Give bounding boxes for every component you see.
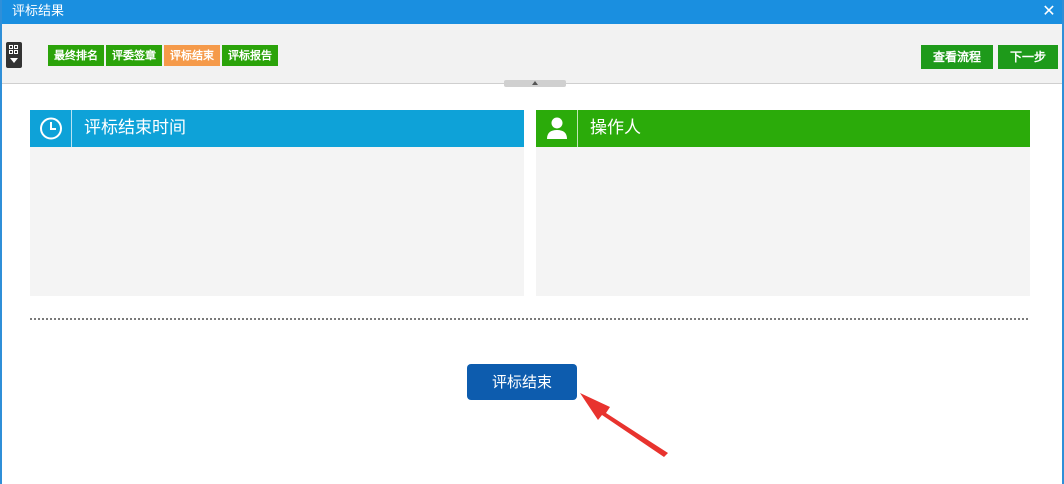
grid-menu-icon[interactable] — [6, 42, 22, 68]
end-time-title: 评标结束时间 — [84, 118, 186, 138]
end-time-panel: 评标结束时间 — [30, 110, 524, 296]
dotted-divider — [30, 318, 1028, 320]
annotation-arrow-icon — [580, 393, 668, 457]
window-title: 评标结果 — [12, 4, 65, 19]
clock-icon — [30, 110, 72, 147]
collapse-toolbar-handle[interactable] — [504, 80, 566, 87]
step-judge-signature[interactable]: 评委签章 — [106, 45, 162, 66]
toolbar: 最终排名 评委签章 评标结束 评标报告 查看流程 下一步 — [2, 24, 1062, 87]
close-icon[interactable]: ✕ — [1040, 2, 1058, 20]
operator-panel: 操作人 — [536, 110, 1030, 296]
title-bar: 评标结果 ✕ — [2, 0, 1062, 24]
step-evaluation-end[interactable]: 评标结束 — [164, 45, 220, 66]
user-icon — [536, 110, 578, 147]
operator-title: 操作人 — [590, 118, 641, 138]
end-time-panel-header: 评标结束时间 — [30, 110, 524, 147]
step-evaluation-report[interactable]: 评标报告 — [222, 45, 278, 66]
step-final-ranking[interactable]: 最终排名 — [48, 45, 104, 66]
dialog-window: 评标结果 ✕ 最终排名 评委签章 评标结束 评标报告 查看流程 下一步 评标结束… — [0, 0, 1064, 484]
next-step-button[interactable]: 下一步 — [997, 45, 1058, 69]
end-evaluation-button[interactable]: 评标结束 — [467, 364, 577, 400]
toolbar-actions: 查看流程 下一步 — [916, 45, 1058, 69]
chevron-up-icon — [532, 81, 538, 85]
operator-panel-header: 操作人 — [536, 110, 1030, 147]
step-tabs: 最终排名 评委签章 评标结束 评标报告 — [48, 45, 280, 66]
view-flow-button[interactable]: 查看流程 — [920, 45, 993, 69]
